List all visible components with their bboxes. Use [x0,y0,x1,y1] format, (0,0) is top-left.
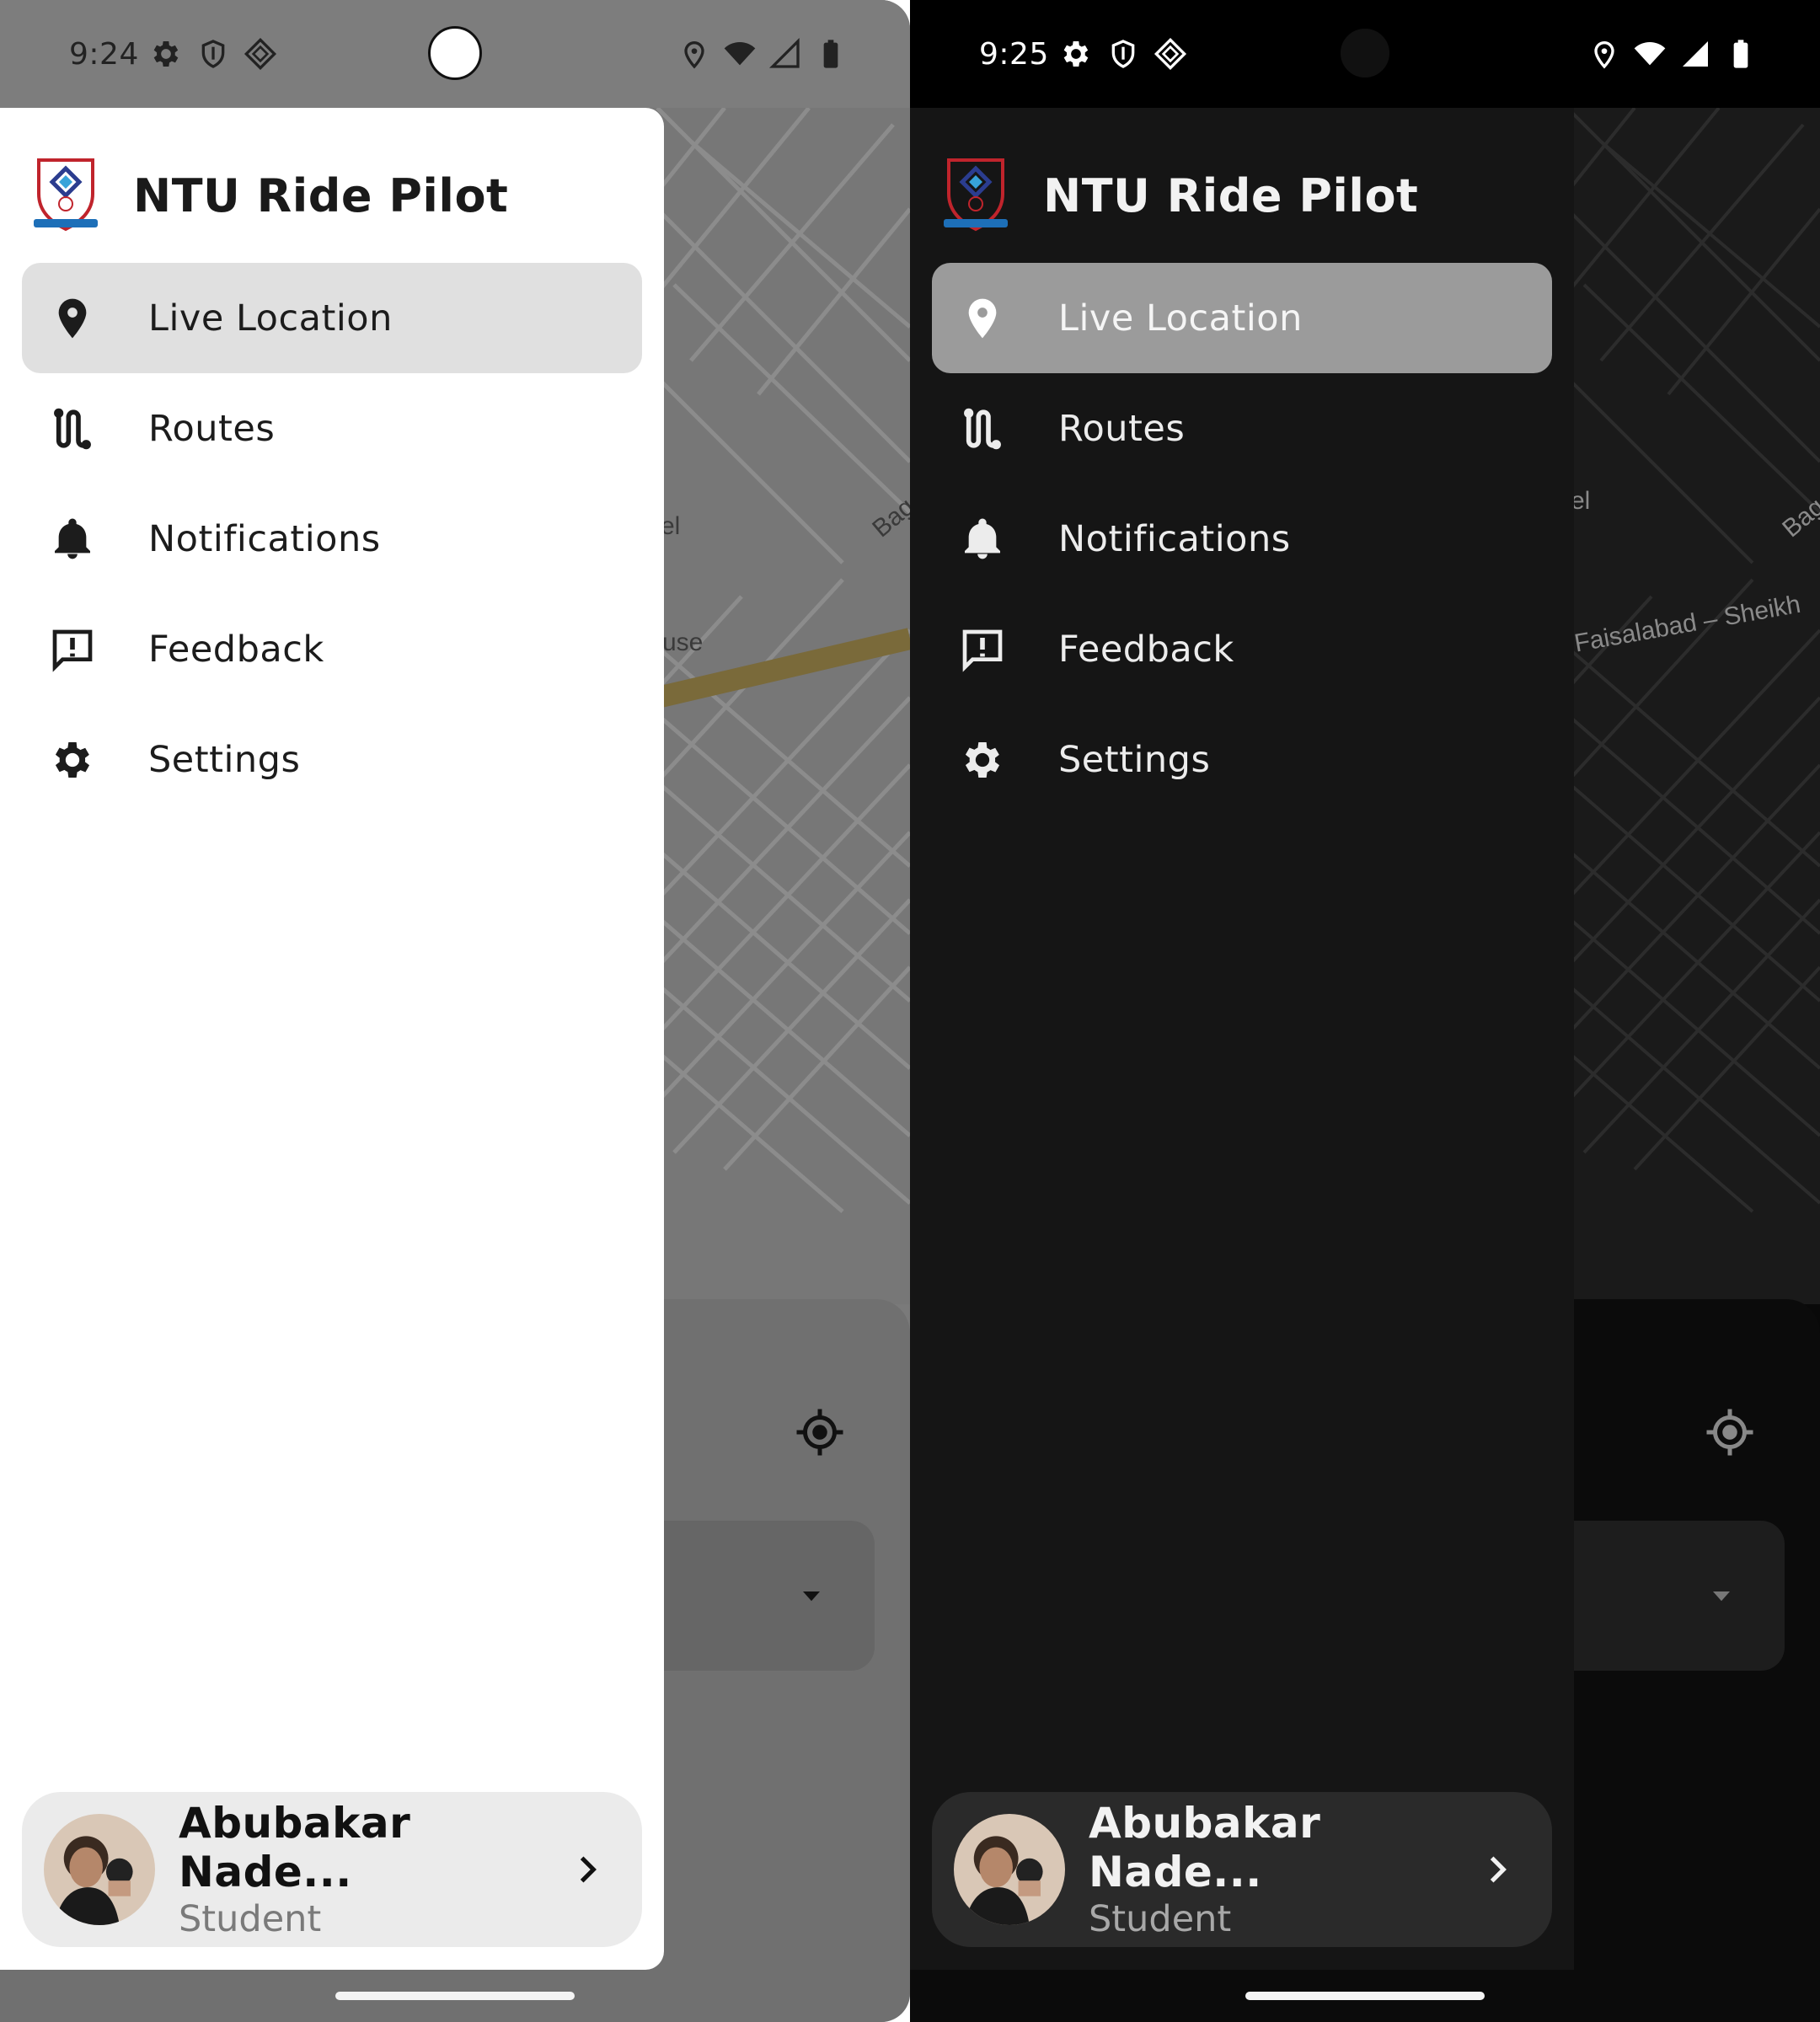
location-status-icon [1587,37,1621,71]
menu-item-notifications[interactable]: Notifications [932,484,1552,594]
menu-item-settings[interactable]: Settings [22,704,642,815]
drawer-header: NTU Ride Pilot [942,155,1418,236]
app-title: NTU Ride Pilot [1043,168,1419,222]
profile-name: Abubakar Nade... [1089,1799,1321,1896]
menu-item-notifications[interactable]: Notifications [22,484,642,594]
menu-item-label: Notifications [148,517,381,560]
location-pin-icon [49,295,96,342]
menu-item-label: Live Location [1058,297,1303,340]
signal-status-icon [768,37,802,71]
profile-card[interactable]: Abubakar Nade... Student [22,1792,642,1947]
feedback-icon [959,626,1006,673]
menu-item-label: Notifications [1058,517,1291,560]
drawer-header: NTU Ride Pilot [32,155,508,236]
my-location-icon[interactable] [795,1407,845,1458]
battery-status-icon [1724,37,1758,71]
menu-item-label: Feedback [148,628,324,671]
chevron-right-icon [1480,1851,1515,1888]
signal-status-icon [1678,37,1712,71]
location-pin-icon [959,295,1006,342]
drawer-menu: Live Location Routes Notifications Feedb… [22,263,642,815]
my-location-icon[interactable] [1705,1407,1755,1458]
route-icon [959,405,1006,452]
home-indicator[interactable] [335,1992,575,2000]
wifi-status-icon [1633,37,1667,71]
route-dropdown[interactable] [640,1521,875,1671]
ntu-logo [942,155,1009,236]
menu-item-label: Feedback [1058,628,1234,671]
menu-item-feedback[interactable]: Feedback [22,594,642,704]
app-title: NTU Ride Pilot [133,168,509,222]
avatar [44,1814,155,1925]
dropdown-arrow-icon [1709,1583,1734,1608]
dropdown-arrow-icon [799,1583,824,1608]
profile-info: Abubakar Nade... Student [179,1799,570,1940]
menu-item-routes[interactable]: Routes [932,373,1552,484]
navigation-drawer: NTU Ride Pilot Live Location Routes Noti… [910,108,1574,1970]
bell-icon [49,516,96,563]
feedback-icon [49,626,96,673]
profile-role: Student [1089,1898,1232,1940]
profile-info: Abubakar Nade... Student [1089,1799,1480,1940]
wifi-status-icon [723,37,757,71]
bell-icon [959,516,1006,563]
dark-theme-screen: 9:25 el Faisalabad – Sheikh Bag NTU Ride… [910,0,1820,2022]
navigation-drawer: NTU Ride Pilot Live Location Routes Noti… [0,108,664,1970]
light-theme-screen: 9:24 el use Bag NTU Ride Pilot Live Loca… [0,0,910,2022]
gear-icon [959,736,1006,784]
map-label: use [662,629,704,656]
location-status-icon [677,37,711,71]
diamond-status-icon [1154,37,1187,71]
gear-icon [49,736,96,784]
menu-item-label: Live Location [148,297,393,340]
shield-status-icon [196,37,230,71]
camera-cutout [1338,26,1392,80]
menu-item-live-location[interactable]: Live Location [932,263,1552,373]
chevron-right-icon [570,1851,605,1888]
profile-card[interactable]: Abubakar Nade... Student [932,1792,1552,1947]
avatar [954,1814,1065,1925]
drawer-menu: Live Location Routes Notifications Feedb… [932,263,1552,815]
route-dropdown[interactable] [1550,1521,1785,1671]
camera-cutout [428,26,482,80]
menu-item-routes[interactable]: Routes [22,373,642,484]
ntu-logo [32,155,99,236]
diamond-status-icon [244,37,277,71]
menu-item-label: Settings [148,738,301,781]
status-time: 9:25 [979,36,1049,72]
menu-item-label: Settings [1058,738,1211,781]
profile-name: Abubakar Nade... [179,1799,411,1896]
menu-item-live-location[interactable]: Live Location [22,263,642,373]
profile-role: Student [179,1898,322,1940]
menu-item-feedback[interactable]: Feedback [932,594,1552,704]
menu-item-label: Routes [148,407,276,450]
status-time: 9:24 [69,36,139,72]
settings-status-icon [1059,37,1093,71]
battery-status-icon [814,37,848,71]
settings-status-icon [149,37,183,71]
route-icon [49,405,96,452]
menu-item-label: Routes [1058,407,1186,450]
menu-item-settings[interactable]: Settings [932,704,1552,815]
home-indicator[interactable] [1245,1992,1485,2000]
shield-status-icon [1106,37,1140,71]
